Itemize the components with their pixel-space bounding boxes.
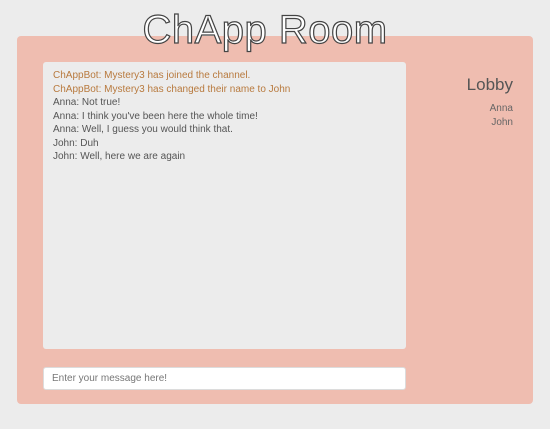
chat-message: Anna: I think you've been here the whole… bbox=[53, 110, 258, 122]
message-input[interactable] bbox=[43, 367, 406, 390]
app-title: ChApp Room bbox=[142, 7, 388, 52]
chat-message: ChAppBot: Mystery3 has changed their nam… bbox=[53, 83, 291, 95]
chat-message: Anna: Well, I guess you would think that… bbox=[53, 124, 233, 135]
user-list-item: Anna bbox=[489, 103, 513, 114]
chat-log: ChAppBot: Mystery3 has joined the channe… bbox=[43, 62, 406, 349]
chat-message: John: Duh bbox=[53, 137, 99, 149]
room-panel: ChAppBot: Mystery3 has joined the channe… bbox=[17, 36, 533, 404]
room-name: Lobby bbox=[466, 75, 513, 94]
chat-message: ChAppBot: Mystery3 has joined the channe… bbox=[53, 70, 251, 81]
user-list-item: John bbox=[491, 116, 513, 128]
chat-message: Anna: Not true! bbox=[53, 97, 121, 108]
chat-message: John: Well, here we are again bbox=[53, 151, 186, 162]
user-list-sidebar: Lobby Anna John bbox=[417, 74, 513, 129]
